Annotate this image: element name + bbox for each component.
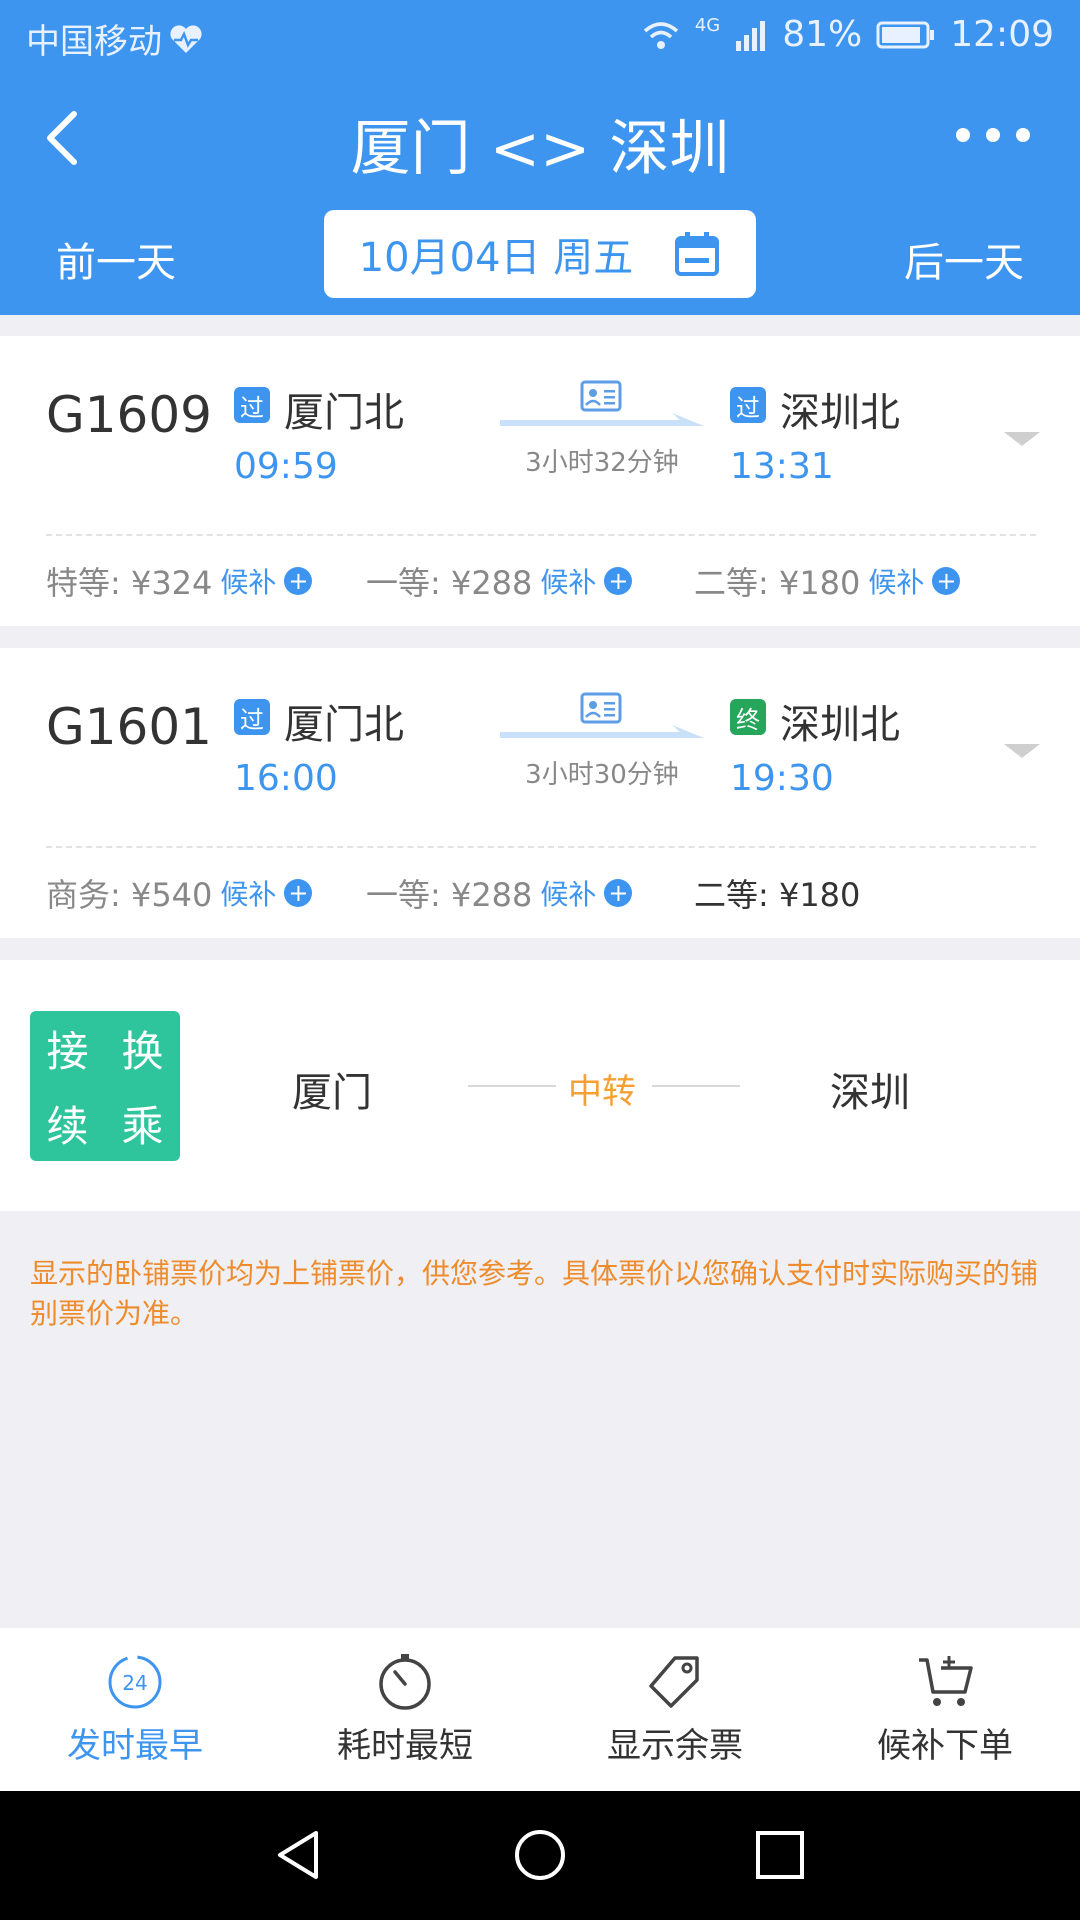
price-second-class: 二等: ¥180 候补 + <box>694 558 961 604</box>
calendar-icon <box>675 232 720 276</box>
from-station: 厦门北 <box>284 702 404 748</box>
tab-label: 候补下单 <box>877 1726 1013 1766</box>
tab-label: 显示余票 <box>607 1726 743 1766</box>
transfer-line-left <box>468 1085 556 1087</box>
prev-day-button[interactable]: 前一天 <box>56 230 176 288</box>
price-premium: 特等: ¥324 候补 + <box>46 558 313 604</box>
waitlist-link[interactable]: 候补 <box>540 561 596 601</box>
pass-badge: 过 <box>234 387 270 423</box>
to-station: 深圳北 <box>780 702 900 748</box>
tab-show-remaining[interactable]: 显示余票 <box>540 1628 810 1791</box>
cart-plus-icon <box>919 1656 973 1706</box>
status-bar-right: 4G 81% 12:09 <box>641 14 1054 55</box>
duration: 3小时30分钟 <box>525 760 679 790</box>
expand-chevron-icon[interactable] <box>1004 432 1040 446</box>
price-second-class: 二等: ¥180 <box>694 876 861 914</box>
nav-back-icon[interactable] <box>270 1827 326 1883</box>
route-arrow-icon <box>500 692 704 738</box>
page-title: 厦门 <> 深圳 <box>350 114 730 184</box>
date-label: 10月04日 周五 <box>358 235 634 281</box>
battery-icon <box>876 21 935 48</box>
status-bar-left: 中国移动 <box>26 14 204 63</box>
network-type: 4G <box>694 15 721 36</box>
clock: 12:09 <box>950 14 1054 55</box>
heart-rate-icon <box>170 24 202 53</box>
tab-earliest-departure[interactable]: 24 发时最早 <box>0 1628 270 1791</box>
price-business: 商务: ¥540 候补 + <box>46 870 313 916</box>
waitlist-link[interactable]: 候补 <box>868 561 924 601</box>
train-number: G1601 <box>46 698 212 756</box>
divider <box>46 534 1036 536</box>
add-waitlist-icon[interactable]: + <box>604 567 633 595</box>
terminal-badge: 终 <box>730 699 766 735</box>
tab-waitlist-order[interactable]: 候补下单 <box>810 1628 1080 1791</box>
duration: 3小时32分钟 <box>525 448 679 478</box>
add-waitlist-icon[interactable]: + <box>932 567 961 595</box>
tab-shortest-duration[interactable]: 耗时最短 <box>270 1628 540 1791</box>
add-waitlist-icon[interactable]: + <box>604 879 633 907</box>
waitlist-link[interactable]: 候补 <box>220 561 276 601</box>
divider <box>46 846 1036 848</box>
pass-badge: 过 <box>234 699 270 735</box>
next-day-button[interactable]: 后一天 <box>904 230 1024 288</box>
more-menu-icon[interactable] <box>956 128 1030 142</box>
route-arrow-icon <box>500 380 704 426</box>
transfer-line-right <box>652 1085 740 1087</box>
signal-icon <box>736 20 766 51</box>
nav-recents-icon[interactable] <box>752 1827 808 1883</box>
add-waitlist-icon[interactable]: + <box>284 879 313 907</box>
tab-label: 耗时最短 <box>337 1726 473 1766</box>
add-waitlist-icon[interactable]: + <box>284 567 313 595</box>
carrier-label: 中国移动 <box>26 22 162 62</box>
price-first-class: 一等: ¥288 候补 + <box>366 558 633 604</box>
depart-time: 16:00 <box>234 758 338 799</box>
pass-badge: 过 <box>730 387 766 423</box>
depart-time: 09:59 <box>234 446 338 487</box>
transfer-mid: 中转 <box>568 1072 636 1112</box>
battery-percent: 81% <box>782 14 863 55</box>
arrive-time: 19:30 <box>730 758 834 799</box>
transfer-to: 深圳 <box>830 1070 910 1116</box>
clock-24-icon: 24 <box>108 1655 162 1709</box>
price-notice: 显示的卧铺票价均为上铺票价，供您参考。具体票价以您确认支付时实际购买的铺别票价为… <box>30 1257 1039 1330</box>
expand-chevron-icon[interactable] <box>1004 744 1040 758</box>
tag-icon <box>649 1656 699 1708</box>
train-card-2[interactable]: G1601 过 厦门北 16:00 3小时30分钟 终 深圳北 19:30 商务… <box>0 648 1080 938</box>
train-number: G1609 <box>46 386 212 444</box>
date-selector[interactable]: 10月04日 周五 <box>324 210 756 298</box>
waitlist-link[interactable]: 候补 <box>220 873 276 913</box>
wifi-icon <box>643 21 678 49</box>
train-card-1[interactable]: G1609 过 厦门北 09:59 3小时32分钟 过 深圳北 13:31 特等… <box>0 336 1080 626</box>
system-nav-bar <box>0 1791 1080 1920</box>
transfer-from: 厦门 <box>292 1070 372 1116</box>
from-station: 厦门北 <box>284 390 404 436</box>
timer-icon <box>379 1654 431 1710</box>
nav-home-icon[interactable] <box>512 1827 568 1883</box>
to-station: 深圳北 <box>780 390 900 436</box>
bottom-tab-bar: 24 发时最早 耗时最短 显示余票 候补下单 <box>0 1628 1080 1791</box>
waitlist-link[interactable]: 候补 <box>540 873 596 913</box>
price-first-class: 一等: ¥288 候补 + <box>366 870 633 916</box>
tab-label: 发时最早 <box>67 1726 203 1766</box>
clock-24-label: 24 <box>122 1671 147 1695</box>
transfer-badge: 接 换 续 乘 <box>30 1011 180 1161</box>
arrive-time: 13:31 <box>730 446 834 487</box>
